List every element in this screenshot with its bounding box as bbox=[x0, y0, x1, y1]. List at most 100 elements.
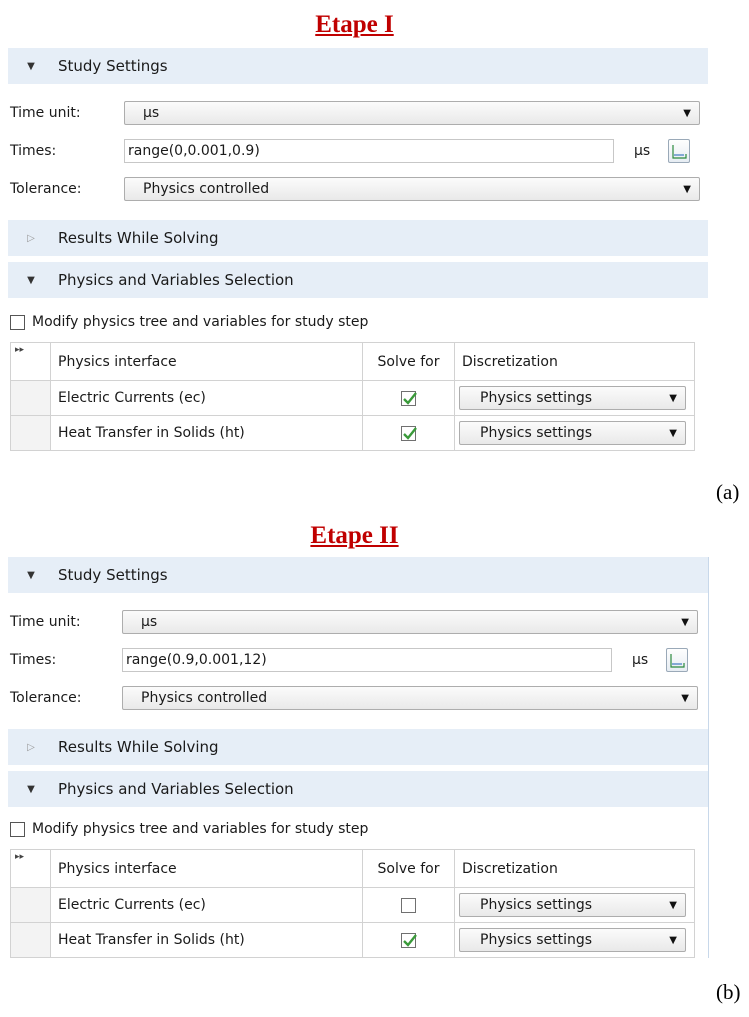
table-row: Electric Currents (ec) Physics settings … bbox=[10, 887, 695, 923]
checkmark-icon bbox=[403, 391, 417, 405]
dropdown-arrow-icon: ▼ bbox=[669, 934, 677, 946]
dropdown-arrow-icon: ▼ bbox=[681, 692, 689, 704]
section-title: Physics and Variables Selection bbox=[58, 271, 294, 289]
discretization-value: Physics settings bbox=[480, 932, 593, 948]
solve-for-cell bbox=[362, 415, 455, 451]
solve-for-checkbox[interactable] bbox=[401, 932, 417, 948]
checkmark-icon bbox=[403, 933, 417, 947]
label-a: (a) bbox=[716, 480, 740, 504]
times-label: Times: bbox=[10, 652, 57, 668]
solve-for-cell bbox=[362, 380, 455, 416]
modify-physics-row: Modify physics tree and variables for st… bbox=[8, 304, 708, 340]
discretization-value: Physics settings bbox=[480, 390, 593, 406]
time-unit-value: µs bbox=[141, 614, 158, 630]
modify-physics-checkbox[interactable] bbox=[10, 821, 25, 837]
range-button[interactable] bbox=[668, 139, 690, 163]
times-input[interactable]: range(0,0.001,0.9) bbox=[124, 139, 614, 163]
section-title: Study Settings bbox=[58, 57, 168, 75]
checkmark-icon bbox=[403, 426, 417, 440]
tolerance-select[interactable]: Physics controlled ▼ bbox=[122, 686, 698, 710]
solve-for-checkbox[interactable] bbox=[401, 897, 416, 913]
discretization-cell: Physics settings ▼ bbox=[454, 922, 695, 958]
row-header[interactable] bbox=[10, 922, 51, 958]
modify-physics-label: Modify physics tree and variables for st… bbox=[32, 314, 369, 330]
section-title: Physics and Variables Selection bbox=[58, 780, 294, 798]
physics-selection-header[interactable]: ▼ Physics and Variables Selection bbox=[8, 771, 708, 807]
discretization-value: Physics settings bbox=[480, 897, 593, 913]
study-settings-panel-1: ▼ Study Settings Time unit: µs ▼ Times: … bbox=[8, 48, 708, 451]
discretization-select[interactable]: Physics settings ▼ bbox=[459, 421, 686, 445]
tolerance-select[interactable]: Physics controlled ▼ bbox=[124, 177, 700, 201]
solve-for-cell bbox=[362, 887, 455, 923]
table-row: Heat Transfer in Solids (ht) Physics set… bbox=[10, 415, 695, 451]
modify-physics-label: Modify physics tree and variables for st… bbox=[32, 821, 369, 837]
column-header-physics-interface[interactable]: Physics interface bbox=[50, 849, 363, 888]
collapse-triangle-icon: ▼ bbox=[27, 569, 35, 581]
row-header[interactable] bbox=[10, 415, 51, 451]
tolerance-label: Tolerance: bbox=[10, 690, 82, 706]
solve-for-cell bbox=[362, 922, 455, 958]
time-unit-label: Time unit: bbox=[10, 105, 81, 121]
physics-selection-header[interactable]: ▼ Physics and Variables Selection bbox=[8, 262, 708, 298]
column-header-physics-interface[interactable]: Physics interface bbox=[50, 342, 363, 381]
times-input[interactable]: range(0.9,0.001,12) bbox=[122, 648, 612, 672]
times-row: Times: range(0.9,0.001,12) µs bbox=[8, 641, 708, 679]
times-label: Times: bbox=[10, 143, 57, 159]
study-settings-header[interactable]: ▼ Study Settings bbox=[8, 48, 708, 84]
time-unit-row: Time unit: µs ▼ bbox=[8, 94, 708, 132]
collapse-triangle-icon: ▼ bbox=[27, 274, 35, 286]
dropdown-arrow-icon: ▼ bbox=[683, 107, 691, 119]
discretization-select[interactable]: Physics settings ▼ bbox=[459, 928, 686, 952]
dropdown-arrow-icon: ▼ bbox=[669, 899, 677, 911]
step1-heading: Etape I bbox=[315, 11, 394, 38]
step2-heading: Etape II bbox=[310, 522, 399, 549]
expand-triangle-icon: ▷ bbox=[27, 232, 35, 244]
column-header-discretization[interactable]: Discretization bbox=[454, 342, 695, 381]
tolerance-row: Tolerance: Physics controlled ▼ bbox=[8, 679, 708, 717]
discretization-select[interactable]: Physics settings ▼ bbox=[459, 893, 686, 917]
column-header-solve-for[interactable]: Solve for bbox=[362, 849, 455, 888]
solve-for-checkbox[interactable] bbox=[401, 425, 417, 441]
dropdown-arrow-icon: ▼ bbox=[681, 616, 689, 628]
discretization-select[interactable]: Physics settings ▼ bbox=[459, 386, 686, 410]
discretization-cell: Physics settings ▼ bbox=[454, 380, 695, 416]
expand-triangle-icon: ▷ bbox=[27, 741, 35, 753]
collapse-triangle-icon: ▼ bbox=[27, 60, 35, 72]
discretization-cell: Physics settings ▼ bbox=[454, 415, 695, 451]
modify-physics-checkbox[interactable] bbox=[10, 314, 25, 330]
tolerance-row: Tolerance: Physics controlled ▼ bbox=[8, 170, 708, 208]
times-unit: µs bbox=[634, 143, 651, 159]
solve-for-checkbox[interactable] bbox=[401, 390, 417, 406]
section-title: Results While Solving bbox=[58, 738, 219, 756]
discretization-value: Physics settings bbox=[480, 425, 593, 441]
dropdown-arrow-icon: ▼ bbox=[669, 427, 677, 439]
collapse-triangle-icon: ▼ bbox=[27, 783, 35, 795]
tolerance-label: Tolerance: bbox=[10, 181, 82, 197]
row-header[interactable] bbox=[10, 887, 51, 923]
time-unit-select[interactable]: µs ▼ bbox=[124, 101, 700, 125]
results-while-solving-header[interactable]: ▷ Results While Solving bbox=[8, 729, 708, 765]
time-unit-select[interactable]: µs ▼ bbox=[122, 610, 698, 634]
section-title: Results While Solving bbox=[58, 229, 219, 247]
times-unit: µs bbox=[632, 652, 649, 668]
range-icon bbox=[670, 654, 685, 668]
table-row: Heat Transfer in Solids (ht) Physics set… bbox=[10, 922, 695, 958]
column-header-solve-for[interactable]: Solve for bbox=[362, 342, 455, 381]
dropdown-arrow-icon: ▼ bbox=[669, 392, 677, 404]
column-header-discretization[interactable]: Discretization bbox=[454, 849, 695, 888]
tolerance-value: Physics controlled bbox=[141, 690, 268, 706]
label-b: (b) bbox=[716, 980, 741, 1004]
expand-columns-icon[interactable]: ▸▸ bbox=[10, 342, 51, 381]
times-row: Times: range(0,0.001,0.9) µs bbox=[8, 132, 708, 170]
tolerance-value: Physics controlled bbox=[143, 181, 270, 197]
expand-columns-icon[interactable]: ▸▸ bbox=[10, 849, 51, 888]
time-unit-value: µs bbox=[143, 105, 160, 121]
study-settings-header[interactable]: ▼ Study Settings bbox=[8, 557, 708, 593]
dropdown-arrow-icon: ▼ bbox=[683, 183, 691, 195]
range-button[interactable] bbox=[666, 648, 688, 672]
results-while-solving-header[interactable]: ▷ Results While Solving bbox=[8, 220, 708, 256]
range-icon bbox=[672, 145, 687, 159]
physics-table: ▸▸ Physics interface Solve for Discretiz… bbox=[10, 849, 695, 958]
physics-table: ▸▸ Physics interface Solve for Discretiz… bbox=[10, 342, 695, 451]
row-header[interactable] bbox=[10, 380, 51, 416]
